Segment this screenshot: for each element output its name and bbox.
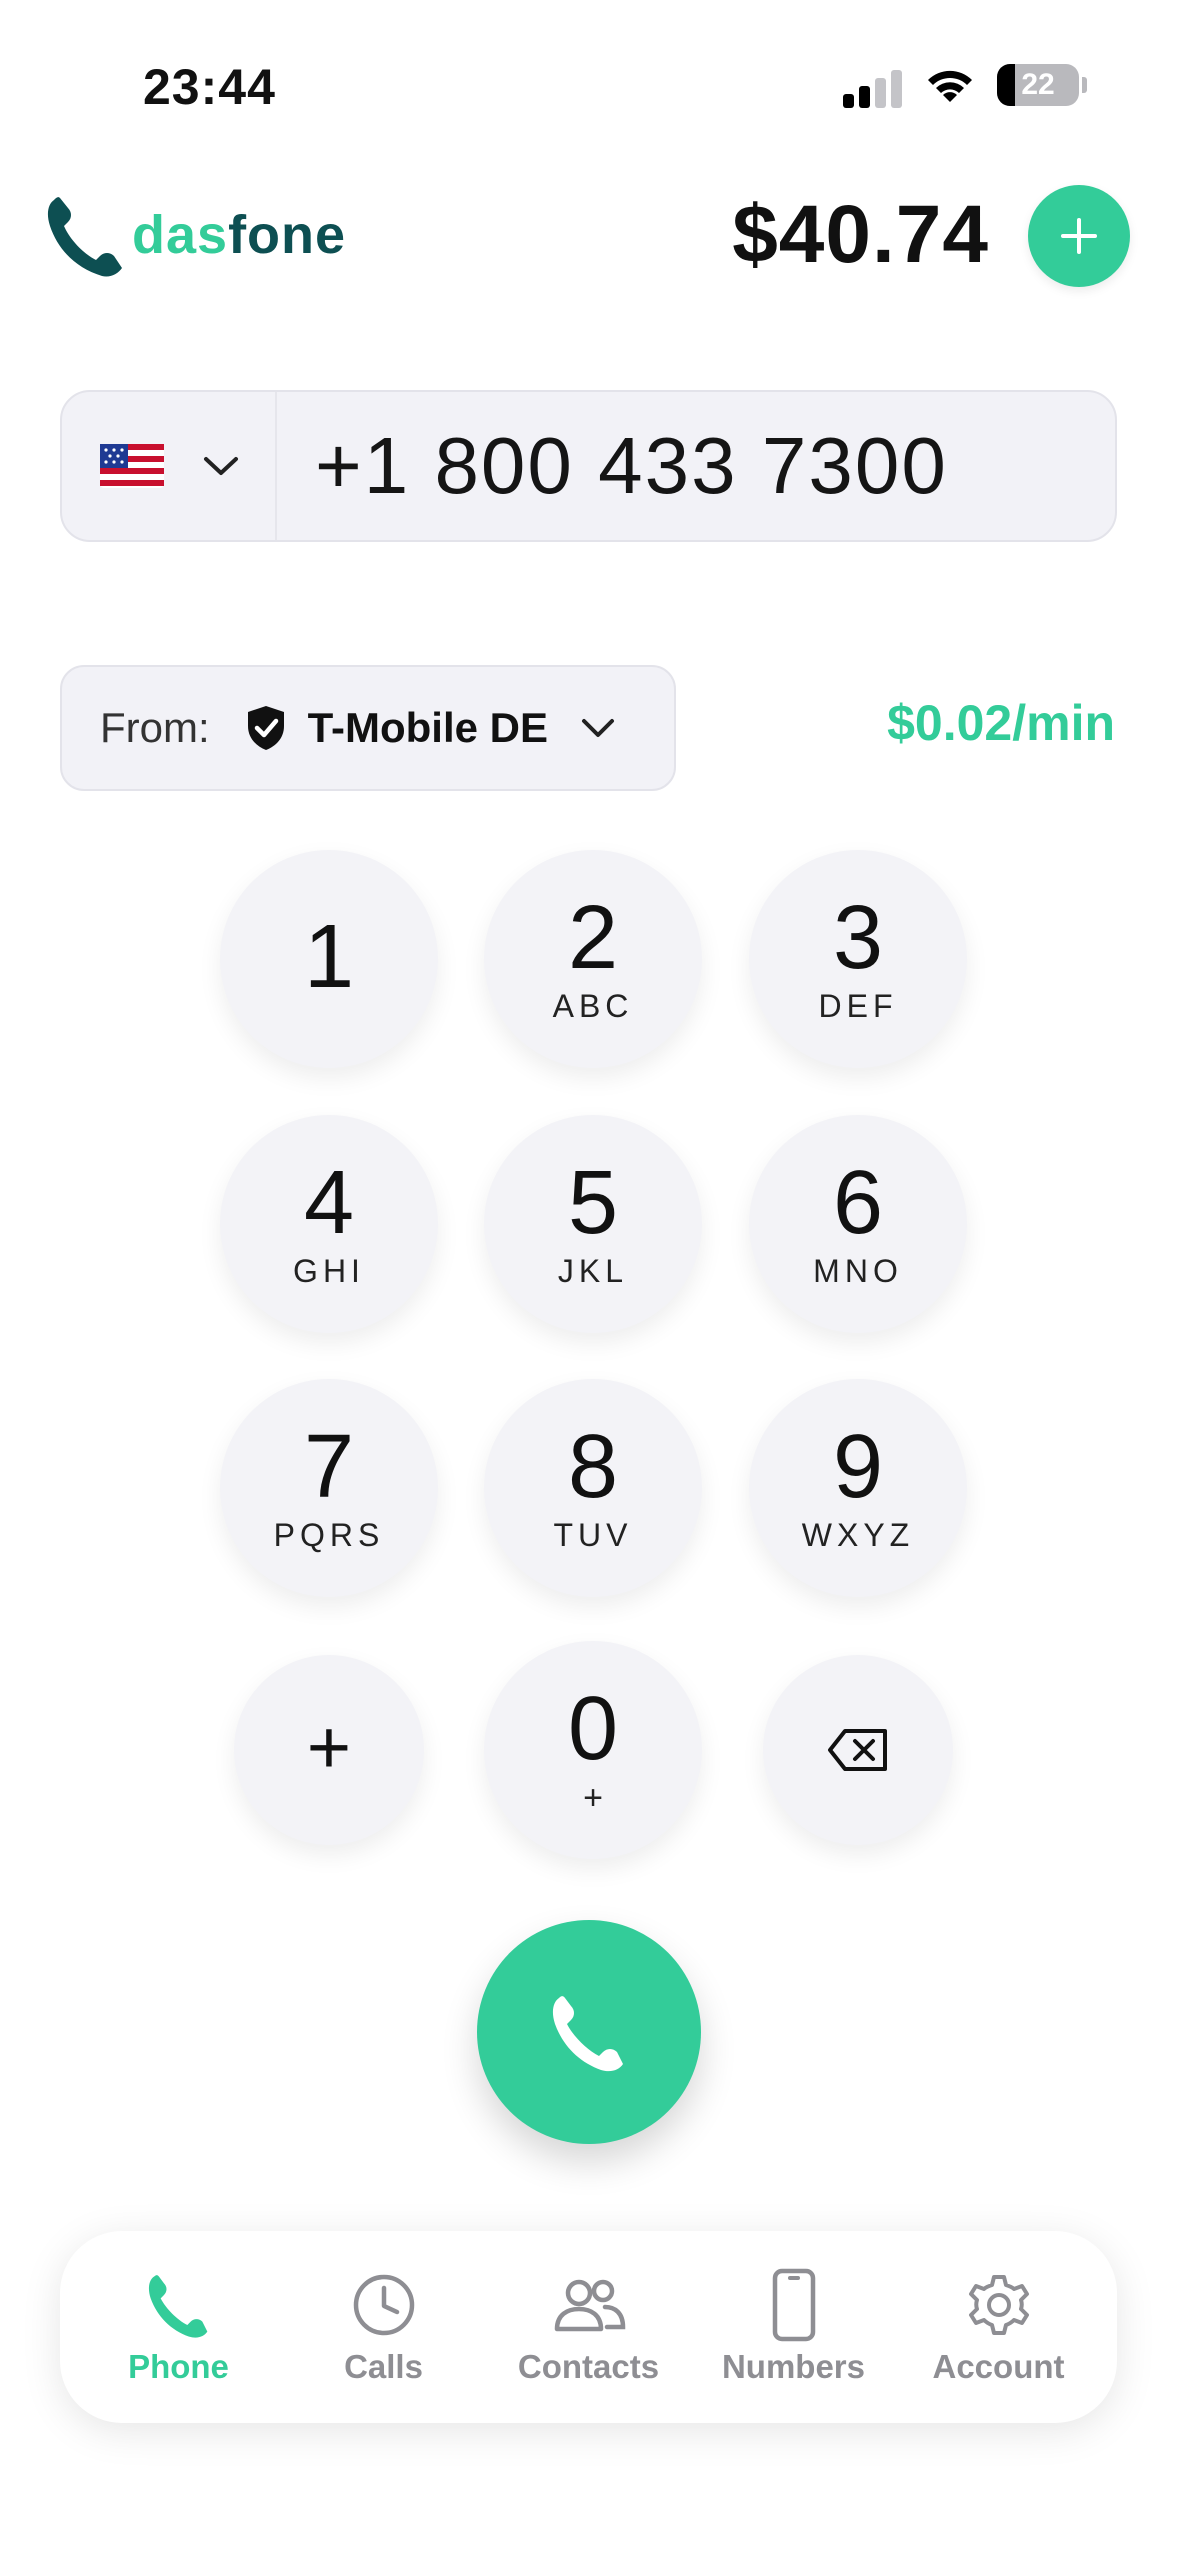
tab-numbers[interactable]: Numbers xyxy=(694,2268,894,2386)
chevron-down-icon xyxy=(582,719,614,737)
key-letters: DEF xyxy=(818,988,898,1024)
key-letters: TUV xyxy=(553,1517,633,1553)
caller-id-selector[interactable]: From: T-Mobile DE xyxy=(60,665,676,791)
from-value: T-Mobile DE xyxy=(307,704,548,751)
key-digit: 5 xyxy=(567,1153,619,1253)
status-time: 23:44 xyxy=(143,59,276,115)
key-letters: WXYZ xyxy=(801,1517,915,1553)
us-flag-icon xyxy=(100,444,164,488)
tab-label: Account xyxy=(932,2348,1065,2385)
battery-level: 22 xyxy=(1021,68,1055,101)
call-button[interactable] xyxy=(477,1920,701,2144)
tab-phone[interactable]: Phone xyxy=(79,2268,279,2386)
shield-check-icon xyxy=(247,706,284,750)
key-letters: + xyxy=(583,1779,603,1817)
key-digit: 2 xyxy=(567,888,619,988)
smartphone-icon xyxy=(772,2268,815,2342)
wifi-icon xyxy=(928,70,972,102)
battery-nub xyxy=(1082,77,1087,93)
key-plus[interactable]: + xyxy=(234,1655,424,1845)
key-8[interactable]: 8 TUV xyxy=(484,1379,702,1597)
key-4[interactable]: 4 GHI xyxy=(220,1115,438,1333)
key-2[interactable]: 2 ABC xyxy=(484,850,702,1068)
brand-name-second: fone xyxy=(228,205,347,265)
key-digit: 6 xyxy=(832,1153,884,1253)
gear-icon xyxy=(968,2275,1029,2335)
cellular-signal-icon xyxy=(843,70,902,108)
tab-label: Contacts xyxy=(517,2348,660,2385)
key-9[interactable]: 9 WXYZ xyxy=(749,1379,967,1597)
brand-name: dasfone xyxy=(132,204,346,266)
key-letters: PQRS xyxy=(273,1517,385,1553)
key-digit: 7 xyxy=(303,1417,355,1517)
key-letters: JKL xyxy=(557,1253,629,1289)
backspace-icon xyxy=(828,1729,887,1771)
status-bar: 23:44 22 xyxy=(0,0,1179,170)
key-5[interactable]: 5 JKL xyxy=(484,1115,702,1333)
key-digit: 3 xyxy=(832,888,884,988)
phone-logo-icon xyxy=(47,197,123,277)
plus-icon xyxy=(1061,218,1097,254)
tab-bar: Phone Calls Contacts Numbers Account xyxy=(60,2231,1117,2423)
add-credit-button[interactable] xyxy=(1028,185,1130,287)
key-7[interactable]: 7 PQRS xyxy=(220,1379,438,1597)
balance-amount: $40.74 xyxy=(732,189,989,280)
contacts-icon xyxy=(554,2279,625,2332)
tab-label: Numbers xyxy=(721,2348,866,2385)
phone-number-value[interactable]: +1 800 433 7300 xyxy=(315,420,948,512)
key-3[interactable]: 3 DEF xyxy=(749,850,967,1068)
key-digit: 9 xyxy=(832,1417,884,1517)
phone-icon xyxy=(148,2275,207,2338)
tab-label: Calls xyxy=(344,2348,423,2385)
country-selector[interactable] xyxy=(62,392,277,540)
key-0[interactable]: 0 + xyxy=(484,1641,702,1859)
backspace-key[interactable] xyxy=(763,1655,953,1845)
key-digit: 0 xyxy=(567,1679,619,1779)
key-digit: 1 xyxy=(303,907,355,1007)
key-letters: ABC xyxy=(552,988,634,1024)
chevron-down-icon xyxy=(204,457,238,475)
key-digit: + xyxy=(306,1705,352,1790)
tab-label: Phone xyxy=(128,2348,229,2385)
brand-logo: dasfone xyxy=(44,190,346,280)
key-letters: MNO xyxy=(813,1253,903,1289)
tab-calls[interactable]: Calls xyxy=(284,2268,484,2386)
from-label: From: xyxy=(100,704,210,751)
call-rate: $0.02/min xyxy=(887,695,1115,751)
key-letters: GHI xyxy=(293,1253,365,1289)
key-digit: 8 xyxy=(567,1417,619,1517)
brand-name-first: das xyxy=(132,205,229,265)
key-1[interactable]: 1 xyxy=(220,850,438,1068)
phone-number-field[interactable]: +1 800 433 7300 xyxy=(60,390,1117,542)
battery-icon: 22 xyxy=(997,64,1079,106)
clock-icon xyxy=(353,2274,414,2336)
tab-contacts[interactable]: Contacts xyxy=(489,2268,689,2386)
tab-account[interactable]: Account xyxy=(899,2268,1099,2386)
key-digit: 4 xyxy=(303,1153,355,1253)
phone-icon xyxy=(552,1996,623,2072)
key-6[interactable]: 6 MNO xyxy=(749,1115,967,1333)
